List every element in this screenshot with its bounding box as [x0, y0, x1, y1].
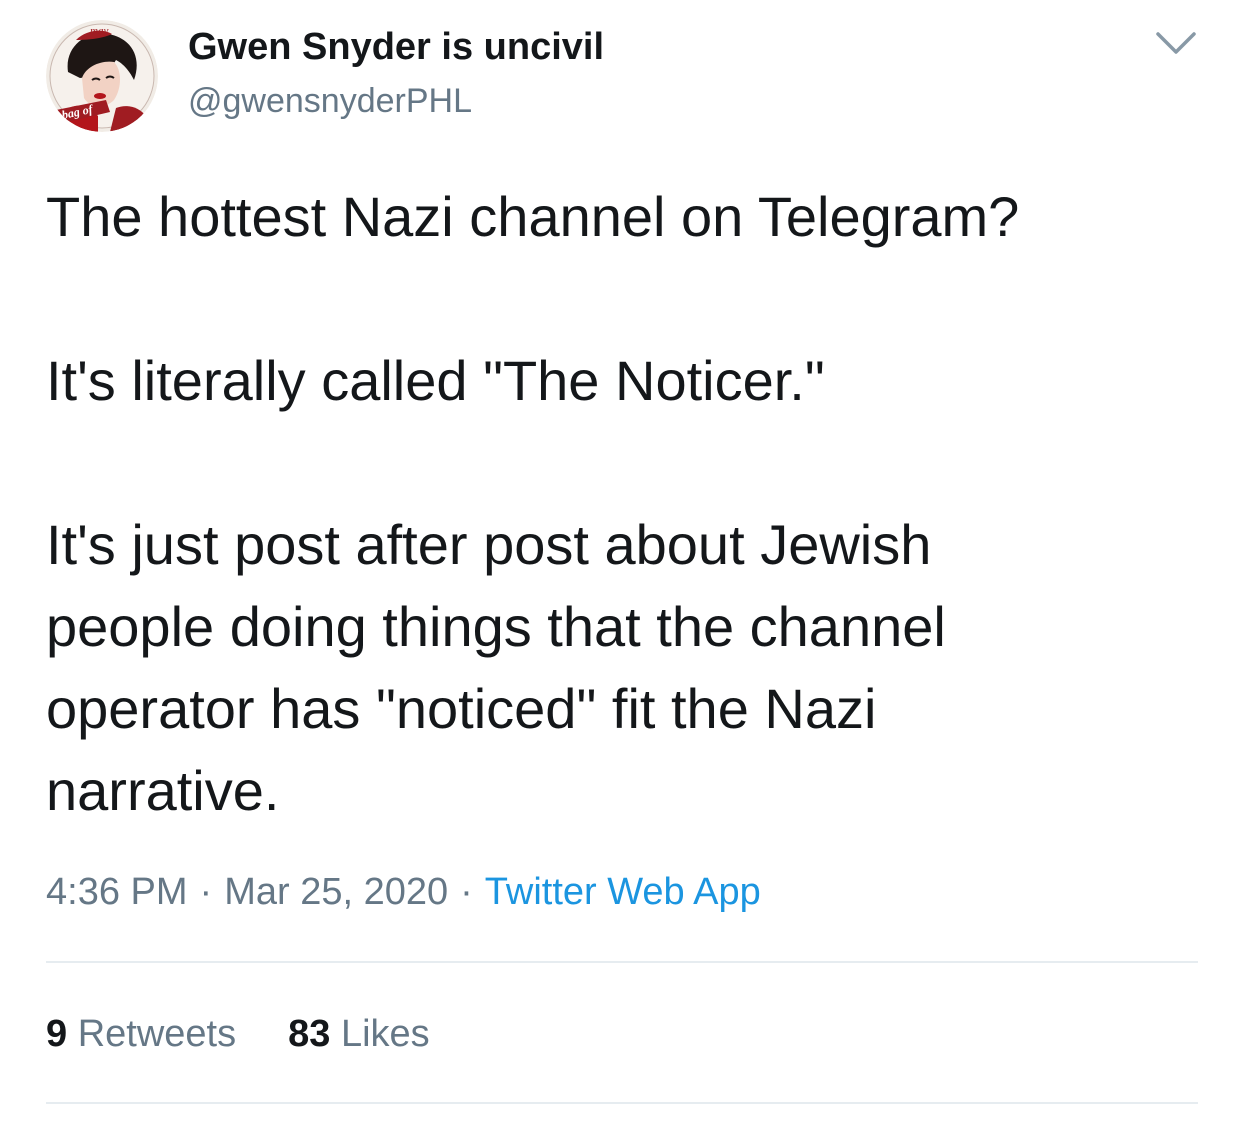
avatar[interactable]: a bag of may — [46, 20, 158, 132]
chevron-down-icon — [1156, 32, 1196, 54]
divider — [46, 961, 1198, 963]
separator: · — [460, 871, 473, 913]
likes-count: 83 — [288, 1013, 331, 1055]
retweets-label: Retweets — [77, 1013, 237, 1055]
separator: · — [199, 871, 213, 913]
retweets-stat[interactable]: 9 Retweets — [46, 1008, 236, 1060]
avatar-image: a bag of may — [46, 20, 158, 132]
tweet-paragraph: It's just post after post about Jewish p… — [46, 513, 946, 822]
likes-stat[interactable]: 83 Likes — [288, 1008, 430, 1060]
display-name[interactable]: Gwen Snyder is uncivil — [188, 24, 604, 70]
divider — [46, 1102, 1198, 1104]
tweet-metadata: 4:36 PM · Mar 25, 2020 · Twitter Web App — [46, 866, 761, 918]
retweets-count: 9 — [46, 1013, 68, 1055]
tweet-time[interactable]: 4:36 PM — [46, 871, 188, 913]
avatar-text-top: may — [90, 25, 108, 37]
tweet-stats: 9 Retweets 83 Likes — [46, 1008, 430, 1060]
tweet-paragraph: It's literally called "The Noticer." — [46, 349, 825, 412]
likes-label: Likes — [340, 1013, 430, 1055]
user-handle[interactable]: @gwensnyderPHL — [188, 80, 472, 122]
tweet-paragraph: The hottest Nazi channel on Telegram? — [46, 185, 1020, 248]
tweet-text: The hottest Nazi channel on Telegram? It… — [46, 176, 1206, 832]
more-options-button[interactable] — [1152, 22, 1200, 62]
tweet-source-link[interactable]: Twitter Web App — [485, 871, 761, 913]
tweet-card: a bag of may Gwen Snyder is uncivil @gwe… — [0, 0, 1242, 1126]
tweet-date[interactable]: Mar 25, 2020 — [224, 871, 448, 913]
